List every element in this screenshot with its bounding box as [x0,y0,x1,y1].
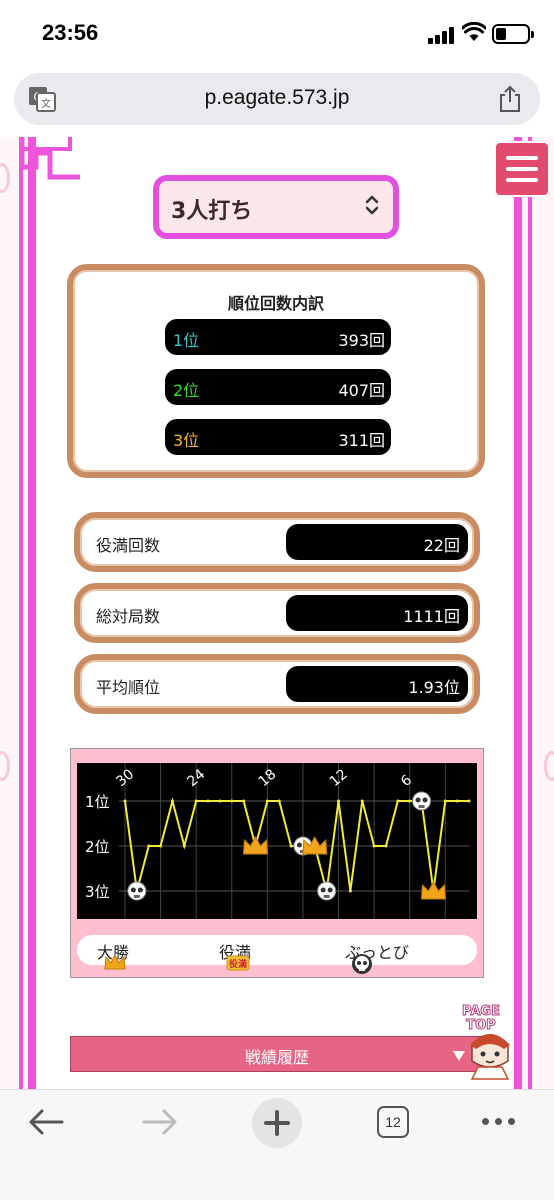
y-tick-label: 3位 [85,883,110,901]
data-point [396,799,400,803]
rank-label: 2位 [173,381,200,400]
skull-icon [317,881,337,901]
rank-breakdown-panel: 順位回数内訳 1位 393回 2位 407回 3位 311回 [67,264,485,478]
status-bar: 23:56 [0,0,554,66]
skull-icon [352,954,372,974]
new-tab-plus-icon[interactable] [252,1098,302,1148]
y-tick-label: 1位 [85,793,110,811]
data-point [455,799,459,803]
data-point [443,799,447,803]
mode-select-value: 3人打ち [171,199,253,224]
mode-select[interactable]: 3人打ち [153,175,399,239]
url-text[interactable]: p.eagate.573.jp [14,86,540,110]
left-frame-line [19,137,23,1089]
side-ornament [544,751,554,781]
stat-label: 平均順位 [96,678,161,697]
rank-row-3: 3位 311回 [165,419,391,455]
data-point [147,844,151,848]
data-point [230,799,234,803]
data-point [194,799,198,803]
side-ornament [0,751,10,781]
chevron-updown-icon [365,195,379,215]
data-point [467,799,471,803]
page-content[interactable]: 3人打ち 順位回数内訳 1位 393回 2位 407回 3位 311回 役満回数… [0,137,554,1089]
side-ornament [0,163,10,193]
browser-toolbar: 12 [0,1089,554,1200]
stat-value: 1111回 [403,607,460,626]
data-point [265,799,269,803]
history-accordion[interactable]: 戦績履歴 [70,1036,484,1072]
right-frame-band [514,137,522,1089]
rank-history-graph-panel: 1位 2位 3位 30 24 18 12 6 大勝 役満 役満 ぶっとび [70,748,484,978]
legend-item-daisho: 大勝 [97,939,129,970]
data-point [289,844,293,848]
stat-average-rank: 平均順位 1.93位 [74,654,480,714]
signal-icon [428,26,456,44]
rank-row-1: 1位 393回 [165,319,391,355]
address-bar[interactable]: G 文 p.eagate.573.jp [14,73,540,125]
rank-label: 3位 [173,431,200,450]
yakuman-badge-icon: 役満 [226,955,250,971]
svg-text:役満: 役満 [228,958,247,970]
page-top-label: PAGE TOP [462,1004,501,1033]
page-top-button[interactable]: PAGE TOP [458,1004,522,1081]
page-top-line2: TOP [466,1018,496,1033]
data-point [182,844,186,848]
rank-row-2: 2位 407回 [165,369,391,405]
forward-arrow-icon[interactable] [142,1108,178,1136]
share-icon[interactable] [498,85,522,113]
data-point [337,799,341,803]
data-point [123,799,127,803]
y-tick-label: 2位 [85,838,110,856]
data-point [360,799,364,803]
data-point [408,799,412,803]
stat-yakuman-count: 役満回数 22回 [74,512,480,572]
data-point [348,889,352,893]
skull-icon [412,791,432,811]
corner-ornament [20,137,80,180]
data-point [159,844,163,848]
stat-value-pill: 22回 [286,524,468,560]
rank-history-chart: 1位2位3位30 24 18 12 6 [77,763,477,919]
hamburger-menu-button[interactable] [494,141,550,197]
stat-label: 総対局数 [96,607,161,626]
crown-icon [104,953,126,970]
clock: 23:56 [42,20,99,45]
back-arrow-icon[interactable] [28,1108,64,1136]
rank-breakdown-title: 順位回数内訳 [227,294,324,313]
data-point [170,799,174,803]
data-point [206,799,210,803]
wifi-icon [462,22,486,41]
data-point [384,844,388,848]
data-point [218,799,222,803]
rank-count: 407回 [338,381,385,400]
page-top-line1: PAGE [462,1004,501,1019]
legend-item-buttobi: ぶっとび [345,939,409,974]
tab-switcher-button[interactable]: 12 [377,1106,409,1138]
chart-legend: 大勝 役満 役満 ぶっとび [77,935,477,974]
stat-total-games: 総対局数 1111回 [74,583,480,643]
left-frame-band [28,137,36,1089]
skull-icon [127,881,147,901]
rank-count: 311回 [338,431,385,450]
stat-label: 役満回数 [96,536,161,555]
data-point [242,799,246,803]
data-point [277,799,281,803]
stat-value: 22回 [423,536,460,555]
battery-icon [492,24,534,44]
stat-value-pill: 1.93位 [286,666,468,702]
legend-item-yakuman: 役満 役満 [219,939,251,971]
data-point [372,844,376,848]
more-menu-icon[interactable] [482,1118,516,1126]
right-frame-line [528,137,532,1089]
stat-value: 1.93位 [408,678,460,697]
rank-count: 393回 [338,331,385,350]
history-label: 戦績履歴 [244,1048,309,1067]
stat-value-pill: 1111回 [286,595,468,631]
rank-label: 1位 [173,331,200,350]
